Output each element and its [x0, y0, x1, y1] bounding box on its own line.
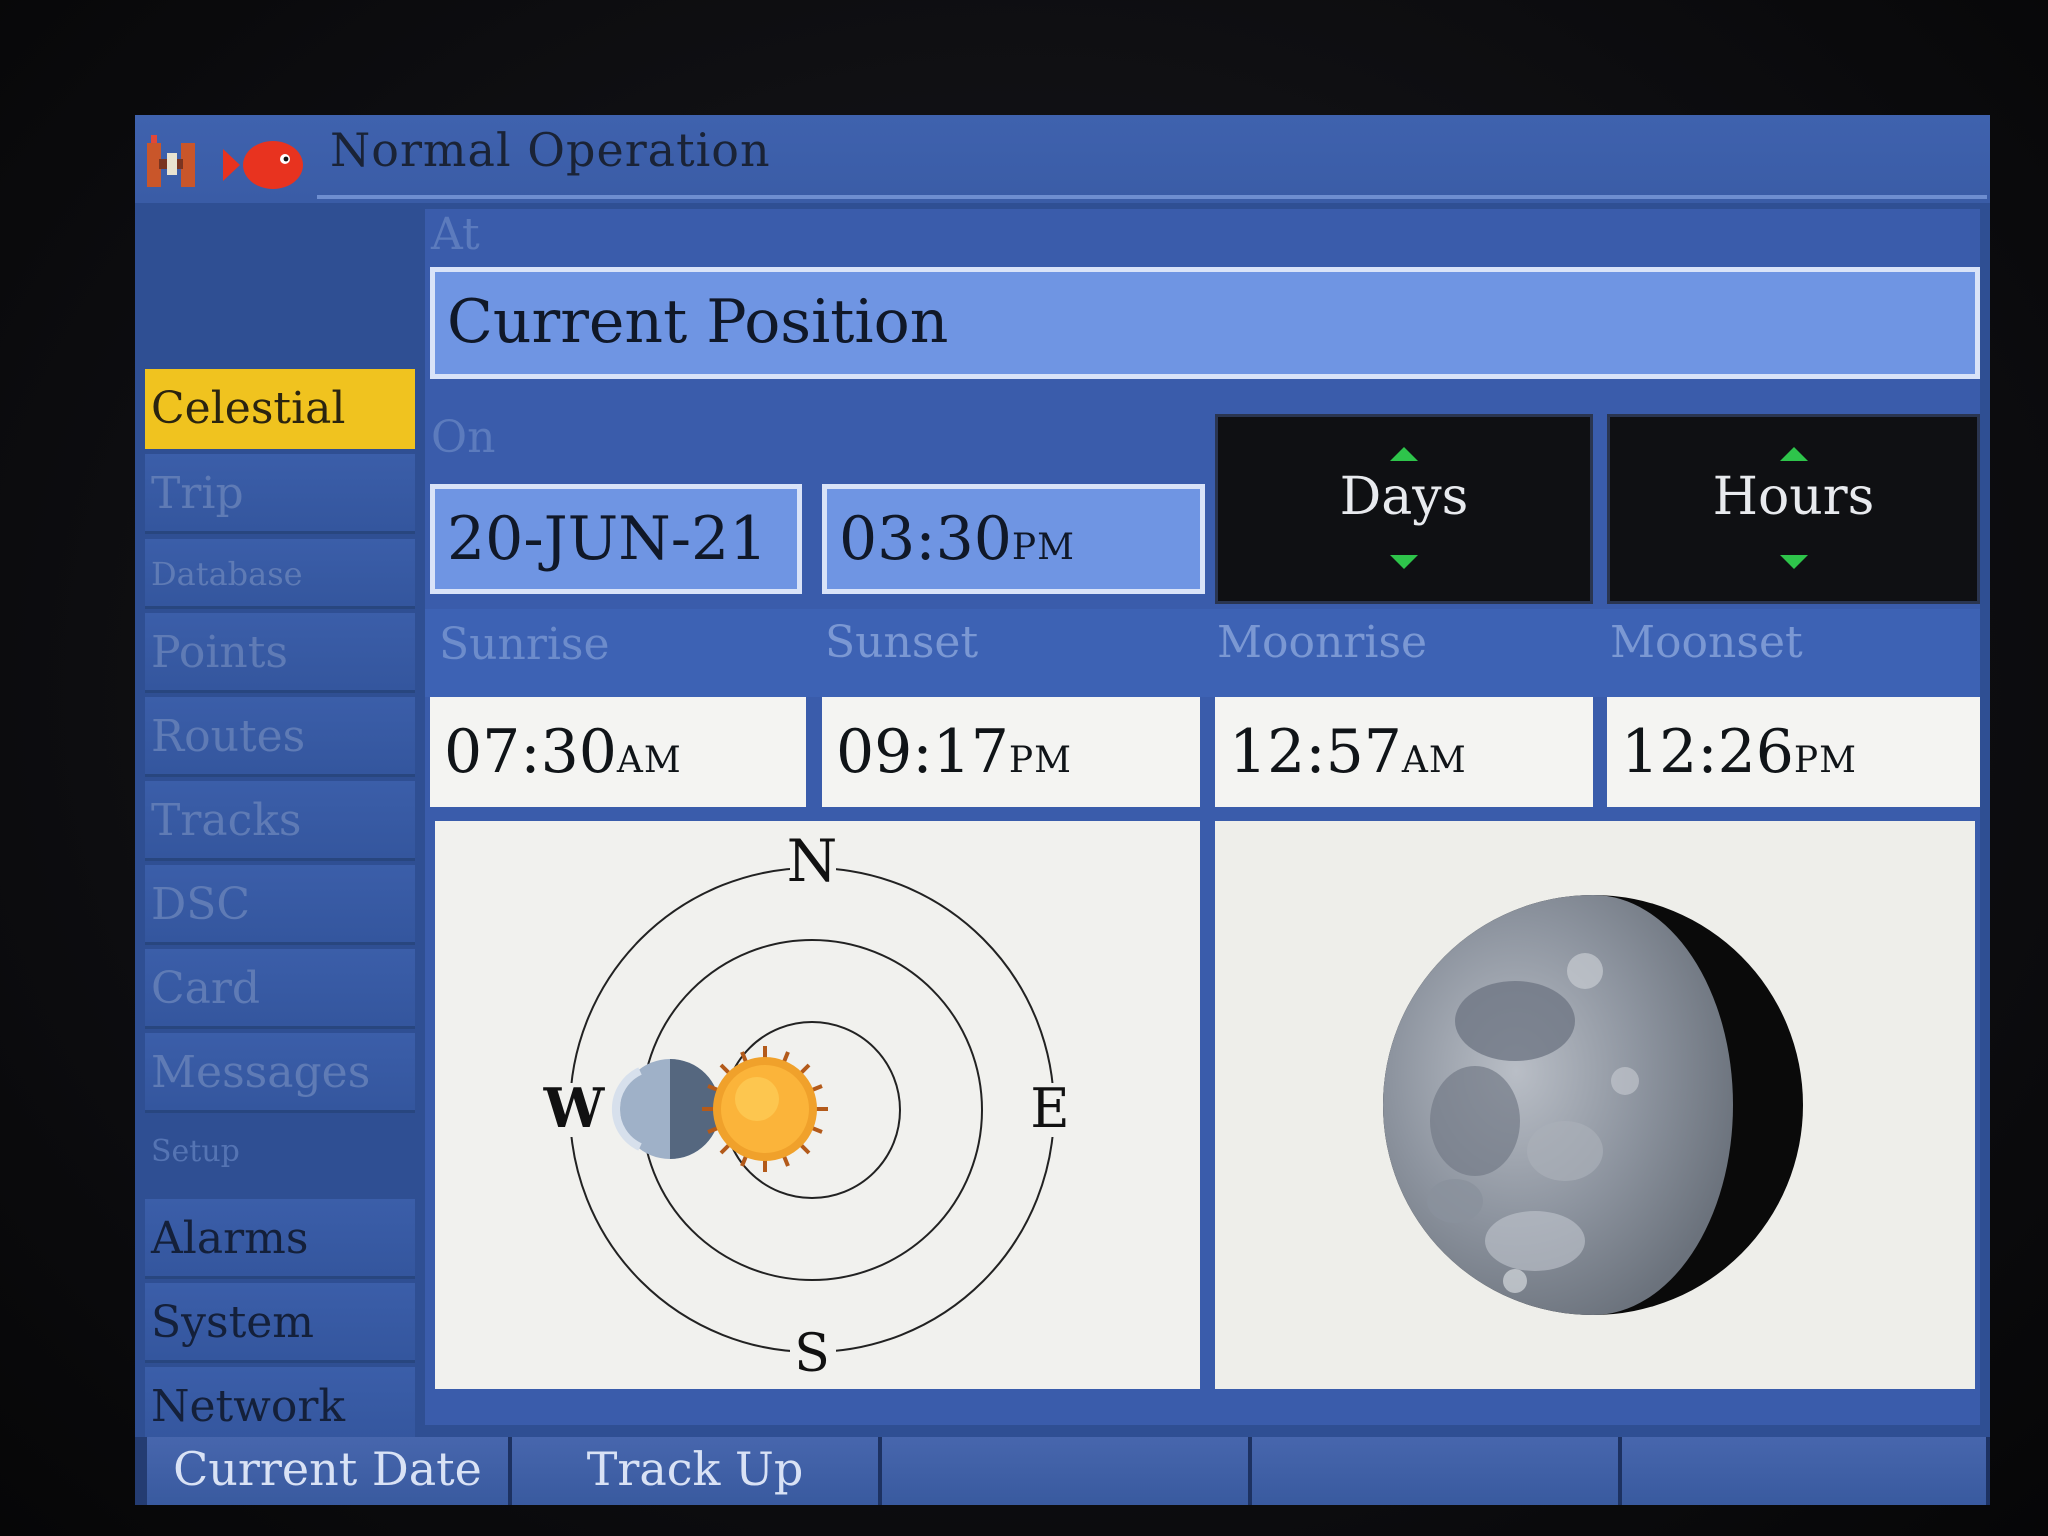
waxing-crescent-moon-icon [1383, 895, 1803, 1315]
moonrise-value: 12:57AM [1215, 697, 1593, 807]
position-field[interactable]: Current Position [430, 267, 1980, 379]
time-suffix: PM [1011, 527, 1076, 568]
sidebar-section-setup: Setup [151, 1134, 240, 1169]
time-value: 03:30 [839, 504, 1012, 574]
softkey-track-up[interactable]: Track Up [512, 1437, 882, 1505]
satellite-fish-logo-icon [147, 135, 303, 189]
sidebar-item-system[interactable]: System [145, 1283, 415, 1363]
sidebar-item-dsc[interactable]: DSC [145, 865, 415, 945]
status-divider [317, 195, 1987, 199]
hours-up-arrow-icon[interactable] [1779, 447, 1808, 461]
moonset-label: Moonset [1610, 617, 1803, 668]
sidebar: Celestial Trip Database Points Routes Tr… [135, 209, 415, 1505]
sidebar-item-database[interactable]: Database [145, 539, 415, 609]
sidebar-item-celestial[interactable]: Celestial [145, 369, 415, 449]
sidebar-item-tracks[interactable]: Tracks [145, 781, 415, 861]
compass-north: N [787, 827, 838, 895]
hours-down-arrow-icon[interactable] [1779, 555, 1808, 569]
sidebar-item-alarms[interactable]: Alarms [145, 1199, 415, 1279]
sidebar-item-card[interactable]: Card [145, 949, 415, 1029]
sunrise-value: 07:30AM [430, 697, 806, 807]
celestial-panel: At Current Position On 20-JUN-21 03:30PM… [425, 209, 1980, 1425]
sky-chart-panel: N S W E [435, 821, 1200, 1389]
sky-chart: N S W E [543, 827, 1073, 1384]
sunset-value: 09:17PM [822, 697, 1200, 807]
sun-position-icon [702, 1046, 828, 1172]
date-field[interactable]: 20-JUN-21 [430, 484, 802, 594]
on-label: On [431, 412, 496, 463]
moonset-value: 12:26PM [1607, 697, 1980, 807]
status-bar: Normal Operation [135, 115, 1990, 203]
hours-label: Hours [1712, 467, 1875, 527]
sunrise-label: Sunrise [439, 619, 610, 670]
sidebar-item-trip[interactable]: Trip [145, 454, 415, 534]
softkey-current-date[interactable]: Current Date [147, 1437, 512, 1505]
softkey-bar: Current Date Track Up [135, 1437, 1990, 1505]
softkey-4[interactable] [1252, 1437, 1622, 1505]
at-label: At [431, 209, 480, 260]
softkey-5[interactable] [1622, 1437, 1990, 1505]
time-field[interactable]: 03:30PM [822, 484, 1205, 594]
days-label: Days [1339, 467, 1469, 527]
moonrise-label: Moonrise [1217, 617, 1428, 668]
device-screen: Normal Operation Celestial Trip Database… [135, 115, 1990, 1505]
days-down-arrow-icon[interactable] [1390, 555, 1418, 569]
sidebar-item-network[interactable]: Network [145, 1367, 415, 1447]
moon-phase-panel [1215, 821, 1975, 1389]
sidebar-item-points[interactable]: Points [145, 613, 415, 693]
status-title: Normal Operation [330, 123, 771, 177]
compass-south: S [794, 1324, 830, 1384]
softkey-3[interactable] [882, 1437, 1252, 1505]
days-stepper[interactable]: Days [1215, 414, 1593, 604]
compass-east: E [1030, 1077, 1069, 1140]
hours-stepper[interactable]: Hours [1607, 414, 1980, 604]
compass-west: W [543, 1076, 606, 1140]
sidebar-item-routes[interactable]: Routes [145, 697, 415, 777]
sunset-label: Sunset [825, 617, 979, 668]
days-up-arrow-icon[interactable] [1390, 447, 1418, 461]
sidebar-item-messages[interactable]: Messages [145, 1033, 415, 1113]
